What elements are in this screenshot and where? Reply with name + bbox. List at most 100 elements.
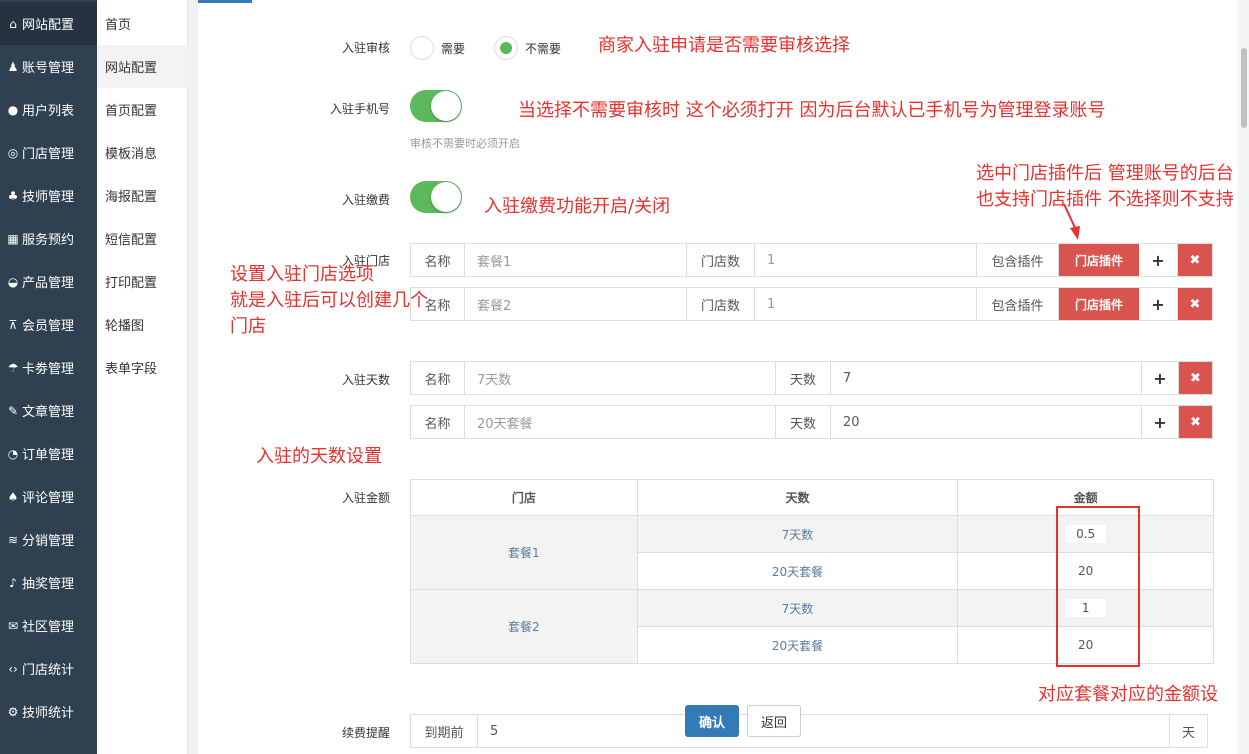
subnav-item[interactable]: 短信配置: [97, 217, 188, 260]
sidebar-item[interactable]: ✉ 社区管理: [0, 604, 97, 647]
sidebar-item[interactable]: ‹› 门店统计: [0, 647, 97, 690]
subnav-item[interactable]: 表单字段: [97, 346, 188, 389]
sidebar-item-label: 门店统计: [22, 663, 75, 678]
plugin-label: 包含插件: [977, 288, 1059, 320]
sidebar-item[interactable]: ◔ 订单管理: [0, 432, 97, 475]
sidebar-item-label: 产品管理: [22, 276, 75, 291]
sidebar-item[interactable]: ✎ 文章管理: [0, 389, 97, 432]
store-count-label: 门店数: [687, 244, 755, 276]
sidebar-item-label: 技师统计: [22, 706, 75, 721]
back-button[interactable]: 返回: [747, 705, 801, 737]
store-count-input[interactable]: 1: [755, 244, 977, 276]
add-store-button[interactable]: +: [1139, 244, 1178, 276]
store-count-label: 门店数: [687, 288, 755, 320]
days-value-input[interactable]: 7: [831, 362, 1142, 394]
fee-label: 入驻缴费: [341, 193, 390, 207]
sidebar-item[interactable]: ⚙ 技师统计: [0, 690, 97, 733]
subnav-item[interactable]: 模板消息: [97, 131, 188, 174]
umbrella-icon: ☂: [7, 360, 19, 375]
confirm-button[interactable]: 确认: [685, 705, 739, 737]
pie-chart-icon: ◔: [7, 446, 19, 461]
sidebar-item[interactable]: ● 用户列表: [0, 88, 97, 131]
radio-checked-icon: [494, 36, 518, 60]
remove-store-button[interactable]: ✖: [1178, 244, 1212, 276]
days-value-input[interactable]: 20: [831, 406, 1142, 438]
remove-store-button[interactable]: ✖: [1178, 288, 1212, 320]
code-icon: ‹›: [8, 661, 18, 676]
audit-label: 入驻审核: [341, 41, 390, 55]
sidebar-item-label: 用户列表: [22, 104, 75, 119]
column-header-days: 天数: [636, 479, 959, 516]
sidebar-item[interactable]: ☂ 卡劵管理: [0, 346, 97, 389]
sidebar-item-label: 订单管理: [22, 448, 75, 463]
radio-circle-icon: [410, 36, 434, 60]
sidebar-item[interactable]: ⊼ 会员管理: [0, 303, 97, 346]
sidebar-item[interactable]: ▦ 服务预约: [0, 217, 97, 260]
renew-label: 续费提醒: [341, 726, 390, 740]
store-cell: 套餐2: [410, 589, 638, 664]
sidebar-item-label: 卡劵管理: [22, 362, 75, 377]
sidebar-item-label: 会员管理: [22, 319, 75, 334]
sidebar-item[interactable]: ◎ 门店管理: [0, 131, 97, 174]
annotation-stores-1: 设置入驻门店选项: [230, 264, 374, 285]
sidebar-item-label: 分销管理: [22, 534, 75, 549]
vertical-scrollbar[interactable]: [1239, 0, 1249, 754]
tree-icon: ♠: [7, 489, 19, 504]
lifebuoy-icon: ◎: [7, 145, 19, 160]
subnav-item[interactable]: 打印配置: [97, 260, 188, 303]
add-days-button[interactable]: +: [1142, 406, 1179, 438]
sidebar-item[interactable]: ♣ 技师管理: [0, 174, 97, 217]
audit-option-required[interactable]: 需要: [410, 36, 465, 60]
subnav-item[interactable]: 首页: [97, 2, 188, 45]
days-cell: 20天套餐: [636, 626, 959, 664]
renew-days-input[interactable]: 5: [478, 715, 1170, 747]
add-store-button[interactable]: +: [1139, 288, 1178, 320]
audit-option-not-required[interactable]: 不需要: [494, 36, 561, 60]
days-row: 名称 7天数 天数 7 + ✖: [410, 361, 1213, 395]
annotation-plugin-1: 选中门店插件后 管理账号的后台: [976, 163, 1234, 184]
plugin-label: 包含插件: [977, 244, 1059, 276]
days-name-label: 名称: [411, 406, 465, 438]
remove-days-button[interactable]: ✖: [1179, 406, 1212, 438]
product-icon: ◒: [7, 274, 19, 289]
sidebar-item[interactable]: ⌂ 网站配置: [0, 2, 97, 45]
phone-toggle[interactable]: [410, 90, 462, 122]
store-count-input[interactable]: 1: [755, 288, 977, 320]
days-name-input[interactable]: 7天数: [465, 362, 776, 394]
sidebar-item-label: 文章管理: [22, 405, 75, 420]
subnav-item[interactable]: 轮播图: [97, 303, 188, 346]
renew-suffix: 天: [1170, 715, 1207, 747]
store-name-input[interactable]: 套餐1: [465, 244, 687, 276]
store-name-input[interactable]: 套餐2: [465, 288, 687, 320]
sidebar-item-label: 社区管理: [22, 620, 75, 635]
sidebar-item[interactable]: ♟ 账号管理: [0, 45, 97, 88]
annotation-stores-2: 就是入驻后可以创建几个: [230, 290, 428, 311]
store-plugin-button[interactable]: 门店插件: [1059, 288, 1139, 320]
home-icon: ⌂: [9, 16, 17, 31]
active-tab-indicator: [198, 0, 252, 3]
store-row: 名称 套餐2 门店数 1 包含插件 门店插件 + ✖: [410, 287, 1213, 321]
sidebar-item[interactable]: ◒ 产品管理: [0, 260, 97, 303]
annotation-arrow-icon: [1063, 203, 1080, 240]
sidebar-item-label: 评论管理: [22, 491, 75, 506]
subnav-item[interactable]: 海报配置: [97, 174, 188, 217]
store-row: 名称 套餐1 门店数 1 包含插件 门店插件 + ✖: [410, 243, 1213, 277]
sidebar-item-label: 网站配置: [22, 18, 75, 33]
sidebar-item[interactable]: ≋ 分销管理: [0, 518, 97, 561]
annotation-days: 入驻的天数设置: [256, 446, 382, 467]
add-days-button[interactable]: +: [1142, 362, 1179, 394]
sidebar-item[interactable]: ♠ 评论管理: [0, 475, 97, 518]
subnav-item[interactable]: 网站配置: [97, 45, 188, 88]
store-plugin-button[interactable]: 门店插件: [1059, 244, 1139, 276]
audit-option-required-label: 需要: [441, 41, 466, 56]
sidebar-item[interactable]: ♪ 抽奖管理: [0, 561, 97, 604]
remove-days-button[interactable]: ✖: [1179, 362, 1212, 394]
annotation-fee: 入驻缴费功能开启/关闭: [484, 196, 671, 217]
wifi-icon: ≋: [7, 532, 19, 547]
sidebar-item-label: 抽奖管理: [22, 577, 75, 592]
days-row: 名称 20天套餐 天数 20 + ✖: [410, 405, 1213, 439]
fee-toggle[interactable]: [410, 181, 462, 213]
subnav-item[interactable]: 首页配置: [97, 88, 188, 131]
column-header-store: 门店: [410, 479, 638, 516]
days-name-input[interactable]: 20天套餐: [465, 406, 776, 438]
